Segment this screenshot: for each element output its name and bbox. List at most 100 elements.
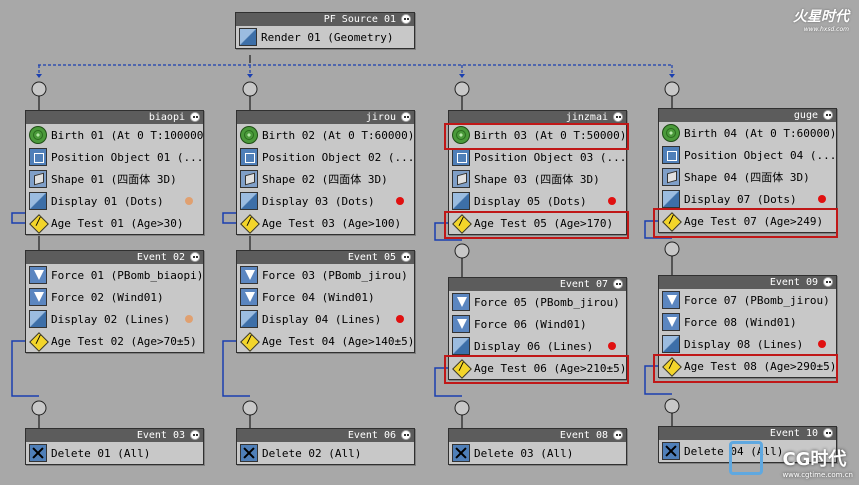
force-icon xyxy=(662,291,680,309)
event-title: Event 05 xyxy=(237,251,414,264)
operator-row[interactable]: Display 01 (Dots) xyxy=(26,190,203,212)
shape-icon xyxy=(29,170,47,188)
age-test-icon xyxy=(29,214,47,232)
arrow-head xyxy=(669,74,675,78)
operator-row[interactable]: Shape 03 (四面体 3D) xyxy=(449,168,626,190)
operator-row[interactable]: Delete 01 (All) xyxy=(26,442,203,464)
watermark-bottom: CG时代 www.cgtime.com.cn xyxy=(782,449,853,479)
event-title: Event 09 xyxy=(659,276,836,289)
operator-row[interactable]: Display 06 (Lines) xyxy=(449,335,626,357)
operator-label: Force 05 (PBomb_jirou) xyxy=(474,295,620,309)
operator-label: Display 04 (Lines) xyxy=(262,312,382,326)
operator-label: Display 01 (Dots) xyxy=(51,194,164,208)
display-color-swatch[interactable] xyxy=(396,197,404,205)
operator-row[interactable]: Force 02 (Wind01) xyxy=(26,286,203,308)
operator-label: Age Test 03 (Age>100) xyxy=(262,216,402,230)
operator-row[interactable]: Force 06 (Wind01) xyxy=(449,313,626,335)
skull-icon xyxy=(190,430,200,440)
operator-row[interactable]: Display 05 (Dots) xyxy=(449,190,626,212)
operator-row[interactable]: Shape 02 (四面体 3D) xyxy=(237,168,414,190)
position-icon xyxy=(662,146,680,164)
operator-row[interactable]: Display 08 (Lines) xyxy=(659,333,836,355)
display-color-swatch[interactable] xyxy=(396,315,404,323)
event-input-socket xyxy=(31,81,47,97)
delete-event-1[interactable]: Event 06 Delete 02 (All) xyxy=(236,428,415,465)
shape-icon xyxy=(662,168,680,186)
highlight-box xyxy=(653,208,838,238)
skull-icon xyxy=(190,112,200,122)
operator-label: Birth 01 (At 0 T:100000) xyxy=(51,128,203,142)
skull-icon xyxy=(613,430,623,440)
operator-row[interactable]: Position Object 04 (... xyxy=(659,144,836,166)
delete-event-2[interactable]: Event 08 Delete 03 (All) xyxy=(448,428,627,465)
operator-row[interactable]: Force 05 (PBomb_jirou) xyxy=(449,291,626,313)
operator-row[interactable]: Birth 01 (At 0 T:100000) xyxy=(26,124,203,146)
force-event-0[interactable]: Event 02 Force 01 (PBomb_biaopi) Force 02 … xyxy=(25,250,204,353)
operator-row[interactable]: Display 02 (Lines) xyxy=(26,308,203,330)
position-icon xyxy=(29,148,47,166)
display-color-swatch[interactable] xyxy=(818,340,826,348)
operator-row[interactable]: Force 01 (PBomb_biaopi) xyxy=(26,264,203,286)
display-color-swatch[interactable] xyxy=(818,195,826,203)
display-color-swatch[interactable] xyxy=(608,197,616,205)
pf-source-node[interactable]: PF Source 01 Render 01 (Geometry) xyxy=(235,12,415,49)
operator-row[interactable]: Force 07 (PBomb_jirou) xyxy=(659,289,836,311)
arrow-head xyxy=(459,74,465,78)
event-title: guge xyxy=(659,109,836,122)
skull-icon xyxy=(613,279,623,289)
delete-icon xyxy=(29,444,47,462)
event-input-socket xyxy=(664,398,680,414)
shape-icon xyxy=(240,170,258,188)
force-event-1[interactable]: Event 05 Force 03 (PBomb_jirou) Force 04 (… xyxy=(236,250,415,353)
delete-event-0[interactable]: Event 03 Delete 01 (All) xyxy=(25,428,204,465)
event-title: Event 06 xyxy=(237,429,414,442)
operator-row[interactable]: Age Test 01 (Age>30) xyxy=(26,212,203,234)
force-icon xyxy=(240,288,258,306)
operator-row[interactable]: Birth 02 (At 0 T:60000) xyxy=(237,124,414,146)
display-color-swatch[interactable] xyxy=(185,197,193,205)
operator-label: Display 03 (Dots) xyxy=(262,194,375,208)
birth-event-1[interactable]: jirou Birth 02 (At 0 T:60000) Position Obj… xyxy=(236,110,415,235)
operator-row[interactable]: Age Test 02 (Age>70±5) xyxy=(26,330,203,352)
render-label: Render 01 (Geometry) xyxy=(261,30,394,44)
highlight-box xyxy=(444,355,629,384)
operator-row[interactable]: Age Test 03 (Age>100) xyxy=(237,212,414,234)
force-icon xyxy=(452,315,470,333)
operator-row[interactable]: Display 04 (Lines) xyxy=(237,308,414,330)
display-color-swatch[interactable] xyxy=(608,342,616,350)
operator-row[interactable]: Display 03 (Dots) xyxy=(237,190,414,212)
operator-label: Display 06 (Lines) xyxy=(474,339,594,353)
highlight-box xyxy=(653,354,838,383)
operator-row[interactable]: Shape 01 (四面体 3D) xyxy=(26,168,203,190)
skull-icon xyxy=(823,110,833,120)
operator-row[interactable]: Shape 04 (四面体 3D) xyxy=(659,166,836,188)
operator-row[interactable]: Position Object 01 (... xyxy=(26,146,203,168)
skull-icon xyxy=(823,277,833,287)
force-icon xyxy=(662,313,680,331)
event-input-socket xyxy=(242,400,258,416)
skull-icon xyxy=(401,252,411,262)
age-test-icon xyxy=(29,332,47,350)
event-title: Event 07 xyxy=(449,278,626,291)
event-title: jirou xyxy=(237,111,414,124)
skull-icon xyxy=(190,252,200,262)
operator-row[interactable]: Force 03 (PBomb_jirou) xyxy=(237,264,414,286)
delete-icon xyxy=(452,444,470,462)
operator-row[interactable]: Force 04 (Wind01) xyxy=(237,286,414,308)
operator-row[interactable]: Force 08 (Wind01) xyxy=(659,311,836,333)
operator-row[interactable]: Position Object 02 (... xyxy=(237,146,414,168)
display-color-swatch[interactable] xyxy=(185,315,193,323)
birth-icon xyxy=(29,126,47,144)
operator-row[interactable]: Age Test 04 (Age>140±5) xyxy=(237,330,414,352)
position-icon xyxy=(452,148,470,166)
operator-row[interactable]: Birth 04 (At 0 T:60000) xyxy=(659,122,836,144)
operator-row[interactable]: Delete 02 (All) xyxy=(237,442,414,464)
operator-row[interactable]: Display 07 (Dots) xyxy=(659,188,836,210)
operator-label: Delete 03 (All) xyxy=(474,446,574,460)
render-operator[interactable]: Render 01 (Geometry) xyxy=(236,26,414,48)
operator-row[interactable]: Delete 03 (All) xyxy=(449,442,626,464)
birth-event-0[interactable]: biaopi Birth 01 (At 0 T:100000) Position O… xyxy=(25,110,204,235)
position-icon xyxy=(240,148,258,166)
wiring-layer xyxy=(11,55,680,428)
display-icon xyxy=(29,310,47,328)
